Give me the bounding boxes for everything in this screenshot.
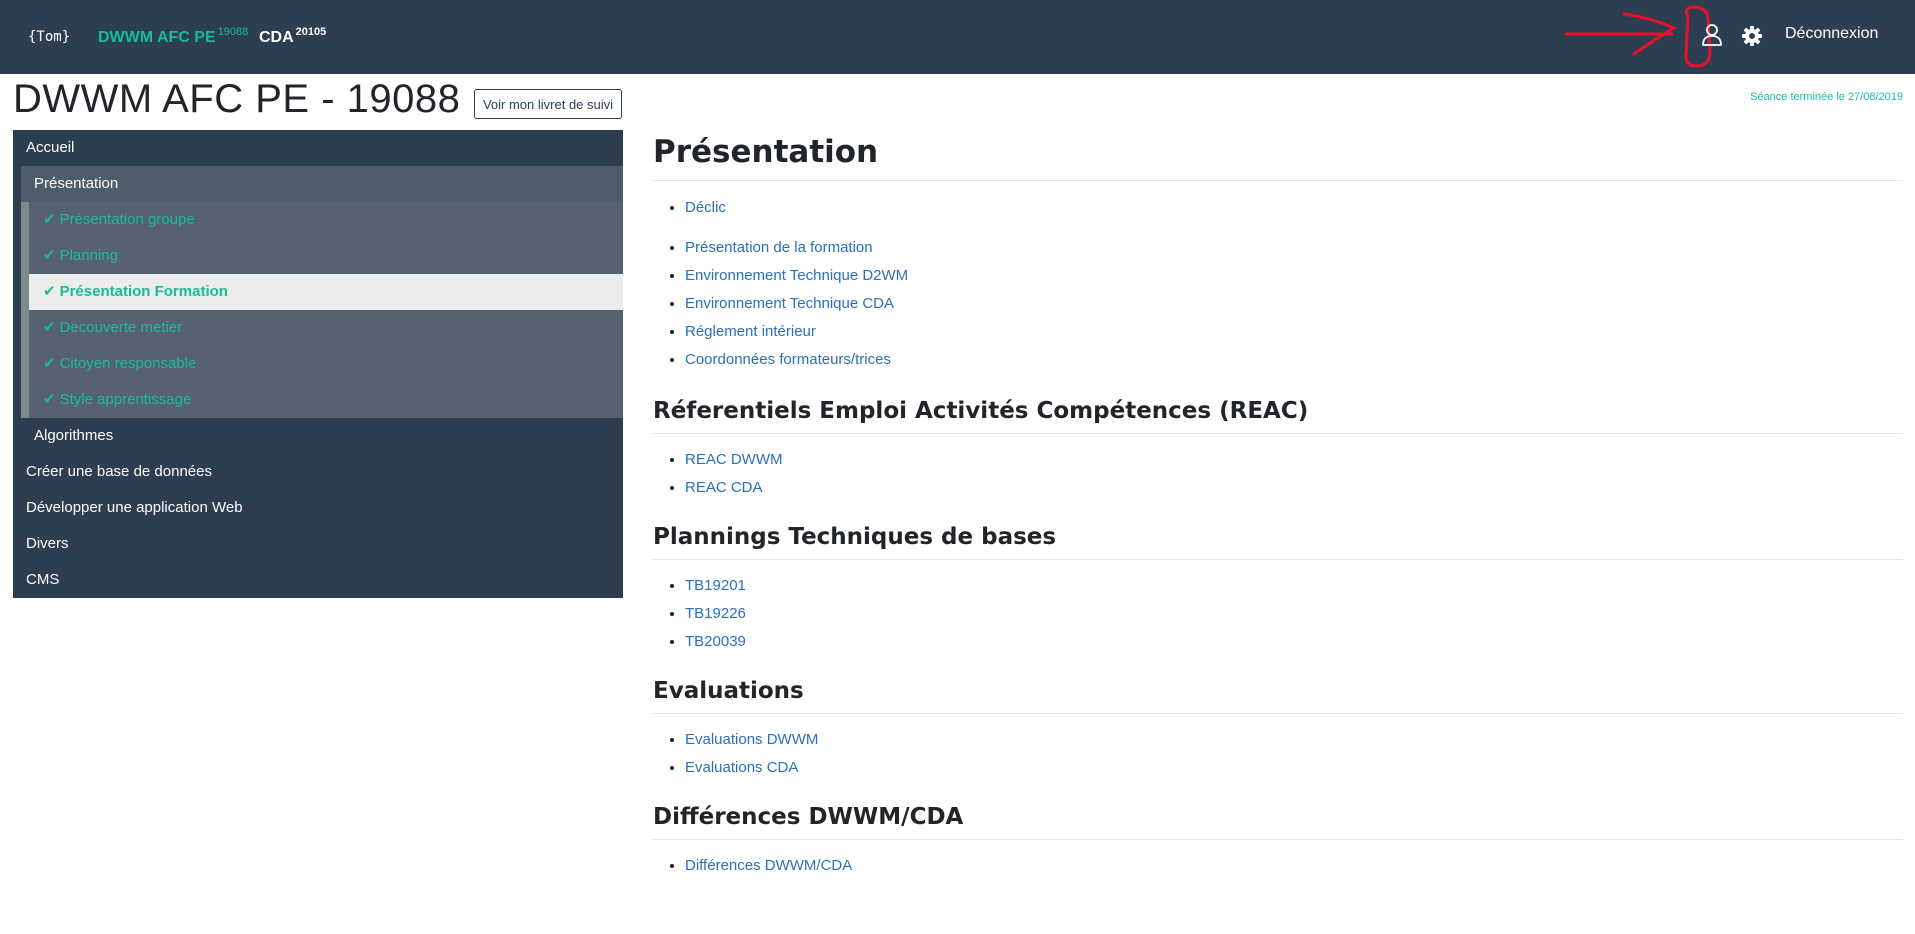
reac-links: REAC DWWM REAC CDA <box>653 446 1903 502</box>
page-title: DWWM AFC PE - 19088 <box>13 77 461 121</box>
section-title-reac: Réferentiels Emploi Activités Compétence… <box>653 398 1903 434</box>
link-env-technique-cda[interactable]: Environnement Technique CDA <box>685 295 894 312</box>
sidebar-subitem-presentation-groupe[interactable]: ✔ Présentation groupe <box>13 202 623 238</box>
list-item: Déclic <box>685 194 1903 222</box>
sidebar-subitem-presentation-formation[interactable]: ✔ Présentation Formation <box>13 274 623 310</box>
link-differences-dwwm-cda[interactable]: Différences DWWM/CDA <box>685 857 852 874</box>
link-evaluations-cda[interactable]: Evaluations CDA <box>685 759 798 776</box>
formation-links: Présentation de la formation Environneme… <box>653 234 1903 374</box>
link-tb20039[interactable]: TB20039 <box>685 633 746 650</box>
brand-logo[interactable]: {Tom} <box>28 29 70 45</box>
sidebar-item-cms[interactable]: CMS <box>13 562 623 598</box>
list-item: REAC CDA <box>685 474 1903 502</box>
nav-link-cda[interactable]: CDA 20105 <box>259 26 326 47</box>
sidebar-subitem-citoyen-responsable[interactable]: ✔ Citoyen responsable <box>13 346 623 382</box>
nav-link-dwwm[interactable]: DWWM AFC PE 19088 <box>98 26 248 47</box>
sidebar-subitem-label: Citoyen responsable <box>59 355 197 372</box>
list-item: REAC DWWM <box>685 446 1903 474</box>
intro-links: Déclic <box>653 194 1903 222</box>
top-navbar: {Tom} DWWM AFC PE 19088 CDA 20105 Déconnex… <box>0 0 1915 74</box>
differences-links: Différences DWWM/CDA <box>653 852 1903 880</box>
list-item: Différences DWWM/CDA <box>685 852 1903 880</box>
sidebar-item-algorithmes[interactable]: Algorithmes <box>13 418 623 454</box>
link-coordonnees-formateurs[interactable]: Coordonnées formateurs/trices <box>685 351 891 368</box>
list-item: Environnement Technique D2WM <box>685 262 1903 290</box>
section-title-presentation: Présentation <box>653 134 1903 181</box>
evaluations-links: Evaluations DWWM Evaluations CDA <box>653 726 1903 782</box>
section-title-evaluations: Evaluations <box>653 678 1903 714</box>
sidebar-subitem-label: Planning <box>59 247 118 264</box>
list-item: Environnement Technique CDA <box>685 290 1903 318</box>
nav-dwwm-number: 19088 <box>217 26 249 38</box>
check-icon: ✔ <box>43 283 56 300</box>
link-reac-cda[interactable]: REAC CDA <box>685 479 763 496</box>
section-title-differences: Différences DWWM/CDA <box>653 804 1903 840</box>
link-reglement-interieur[interactable]: Réglement intérieur <box>685 323 816 340</box>
link-presentation-formation[interactable]: Présentation de la formation <box>685 239 873 256</box>
sidebar-item-label: Présentation <box>21 166 623 202</box>
main-content: Présentation Déclic Présentation de la f… <box>653 130 1903 880</box>
nav-cda-label: CDA <box>259 29 294 46</box>
gear-icon[interactable] <box>1740 24 1764 48</box>
sidebar-item-label: Algorithmes <box>21 418 623 454</box>
user-icon[interactable] <box>1700 22 1724 48</box>
plannings-links: TB19201 TB19226 TB20039 <box>653 572 1903 656</box>
list-item: Réglement intérieur <box>685 318 1903 346</box>
list-item: Evaluations DWWM <box>685 726 1903 754</box>
link-tb19201[interactable]: TB19201 <box>685 577 746 594</box>
sidebar: Accueil Présentation ✔ Présentation group… <box>13 130 623 598</box>
link-declic[interactable]: Déclic <box>685 199 726 216</box>
link-evaluations-dwwm[interactable]: Evaluations DWWM <box>685 731 818 748</box>
list-item: Evaluations CDA <box>685 754 1903 782</box>
list-item: TB20039 <box>685 628 1903 656</box>
sidebar-subitem-label: Decouverte metier <box>59 319 183 336</box>
check-icon: ✔ <box>43 247 56 264</box>
list-item: TB19201 <box>685 572 1903 600</box>
sidebar-item-presentation[interactable]: Présentation <box>13 166 623 202</box>
link-env-technique-d2wm[interactable]: Environnement Technique D2WM <box>685 267 908 284</box>
list-item: Présentation de la formation <box>685 234 1903 262</box>
section-title-plannings: Plannings Techniques de bases <box>653 524 1903 560</box>
link-tb19226[interactable]: TB19226 <box>685 605 746 622</box>
list-item: Coordonnées formateurs/trices <box>685 346 1903 374</box>
check-icon: ✔ <box>43 355 56 372</box>
logout-link[interactable]: Déconnexion <box>1785 25 1878 43</box>
check-icon: ✔ <box>43 319 56 336</box>
check-icon: ✔ <box>43 391 56 408</box>
sidebar-subitem-decouverte-metier[interactable]: ✔ Decouverte metier <box>13 310 623 346</box>
sidebar-subitem-label: Présentation Formation <box>59 283 228 300</box>
sidebar-item-application-web[interactable]: Développer une application Web <box>13 490 623 526</box>
session-status: Séance terminée le 27/08/2019 <box>1750 91 1903 103</box>
view-livret-button[interactable]: Voir mon livret de suivi <box>474 89 622 119</box>
list-item: TB19226 <box>685 600 1903 628</box>
sidebar-subitem-label: Style apprentissage <box>59 391 192 408</box>
nav-cda-number: 20105 <box>295 26 327 38</box>
annotation-arrow-icon <box>1564 5 1712 68</box>
check-icon: ✔ <box>43 211 56 228</box>
sidebar-subitem-style-apprentissage[interactable]: ✔ Style apprentissage <box>13 382 623 418</box>
sidebar-subitem-label: Présentation groupe <box>59 211 195 228</box>
sidebar-subitem-planning[interactable]: ✔ Planning <box>13 238 623 274</box>
link-reac-dwwm[interactable]: REAC DWWM <box>685 451 783 468</box>
sidebar-item-accueil[interactable]: Accueil <box>13 130 623 166</box>
sidebar-item-base-de-donnees[interactable]: Créer une base de données <box>13 454 623 490</box>
sidebar-item-divers[interactable]: Divers <box>13 526 623 562</box>
nav-dwwm-label: DWWM AFC PE <box>98 29 216 46</box>
